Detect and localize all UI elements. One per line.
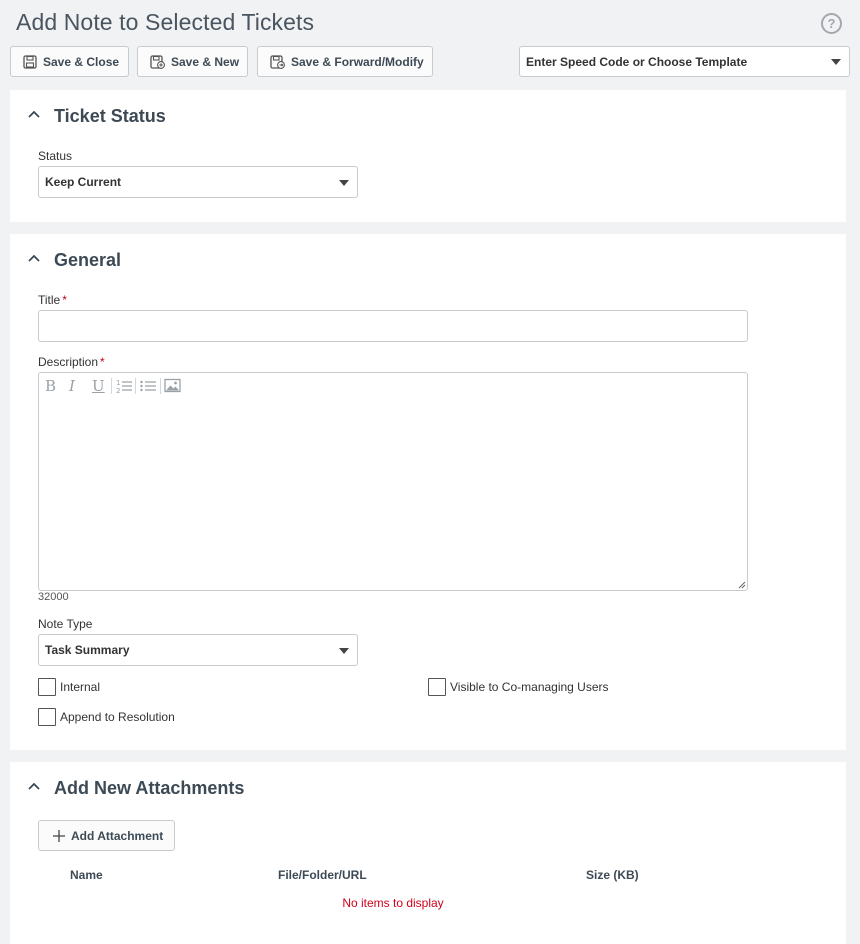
attachments-header[interactable]: Add New Attachments xyxy=(10,762,846,812)
required-marker: * xyxy=(62,293,67,307)
svg-text:2: 2 xyxy=(116,387,120,394)
svg-text:1: 1 xyxy=(116,379,120,387)
bullet-list-icon[interactable] xyxy=(139,378,157,394)
append-resolution-label: Append to Resolution xyxy=(60,710,175,724)
description-label: Description * xyxy=(38,355,105,369)
status-value: Keep Current xyxy=(45,175,122,189)
save-new-icon xyxy=(150,54,165,69)
attachments-panel: Add New Attachments Add Attachment Name … xyxy=(10,762,846,944)
column-header-name[interactable]: Name xyxy=(70,868,103,882)
column-header-size[interactable]: Size (KB) xyxy=(586,868,639,882)
visible-comanaging-checkbox[interactable] xyxy=(428,678,446,696)
general-header[interactable]: General xyxy=(10,234,846,284)
ordered-list-icon[interactable]: 12 xyxy=(115,378,133,394)
help-icon[interactable]: ? xyxy=(821,13,842,34)
bold-icon[interactable]: B xyxy=(45,377,56,395)
page-title: Add Note to Selected Tickets xyxy=(16,9,315,35)
save-new-button[interactable]: Save & New xyxy=(137,46,248,77)
chevron-up-icon xyxy=(28,254,40,262)
save-close-button[interactable]: Save & Close xyxy=(10,46,129,77)
description-editor[interactable]: B I U 12 xyxy=(38,372,748,591)
append-resolution-checkbox[interactable] xyxy=(38,708,56,726)
save-forward-button[interactable]: Save & Forward/Modify xyxy=(257,46,433,77)
save-forward-label: Save & Forward/Modify xyxy=(291,54,424,69)
toolbar-divider xyxy=(135,378,136,394)
status-select[interactable]: Keep Current xyxy=(38,166,358,198)
plus-icon xyxy=(53,829,65,842)
title-label: Title * xyxy=(38,293,67,307)
internal-label: Internal xyxy=(60,680,101,694)
description-label-text: Description xyxy=(38,355,99,369)
ticket-status-title: Ticket Status xyxy=(54,106,166,126)
resize-handle-icon[interactable] xyxy=(737,580,746,589)
title-label-text: Title xyxy=(38,293,61,307)
ticket-status-header[interactable]: Ticket Status xyxy=(10,90,846,140)
char-counter: 32000 xyxy=(38,591,69,603)
save-forward-icon xyxy=(270,54,285,69)
empty-state-text: No items to display xyxy=(342,896,444,910)
toolbar-divider xyxy=(160,378,161,394)
note-type-select[interactable]: Task Summary xyxy=(38,634,358,666)
add-attachment-button[interactable]: Add Attachment xyxy=(38,820,175,851)
toolbar-divider xyxy=(111,378,112,394)
speed-code-dropdown[interactable]: Enter Speed Code or Choose Template xyxy=(519,46,850,77)
save-close-label: Save & Close xyxy=(43,54,120,69)
chevron-down-icon xyxy=(339,648,349,654)
status-label: Status xyxy=(38,149,73,163)
add-attachment-label: Add Attachment xyxy=(71,828,164,843)
image-icon[interactable] xyxy=(164,378,181,393)
chevron-down-icon xyxy=(831,59,841,65)
visible-comanaging-label: Visible to Co-managing Users xyxy=(450,680,609,694)
title-input[interactable] xyxy=(38,310,748,342)
required-marker: * xyxy=(100,355,105,369)
chevron-up-icon xyxy=(28,782,40,790)
italic-icon[interactable]: I xyxy=(69,377,75,395)
general-title: General xyxy=(54,250,122,270)
internal-checkbox[interactable] xyxy=(38,678,56,696)
note-type-label: Note Type xyxy=(38,617,93,631)
attachments-title: Add New Attachments xyxy=(54,778,245,798)
save-icon xyxy=(23,54,37,69)
chevron-down-icon xyxy=(339,180,349,186)
ticket-status-panel: Ticket Status Status Keep Current xyxy=(10,90,846,222)
column-header-file[interactable]: File/Folder/URL xyxy=(278,868,367,882)
speed-code-text: Enter Speed Code or Choose Template xyxy=(526,54,748,69)
save-new-label: Save & New xyxy=(171,54,240,69)
note-type-value: Task Summary xyxy=(45,643,130,657)
chevron-up-icon xyxy=(28,110,40,118)
underline-icon[interactable]: U xyxy=(92,377,105,395)
general-panel: General Title * Description * B I U 12 320… xyxy=(10,234,846,750)
